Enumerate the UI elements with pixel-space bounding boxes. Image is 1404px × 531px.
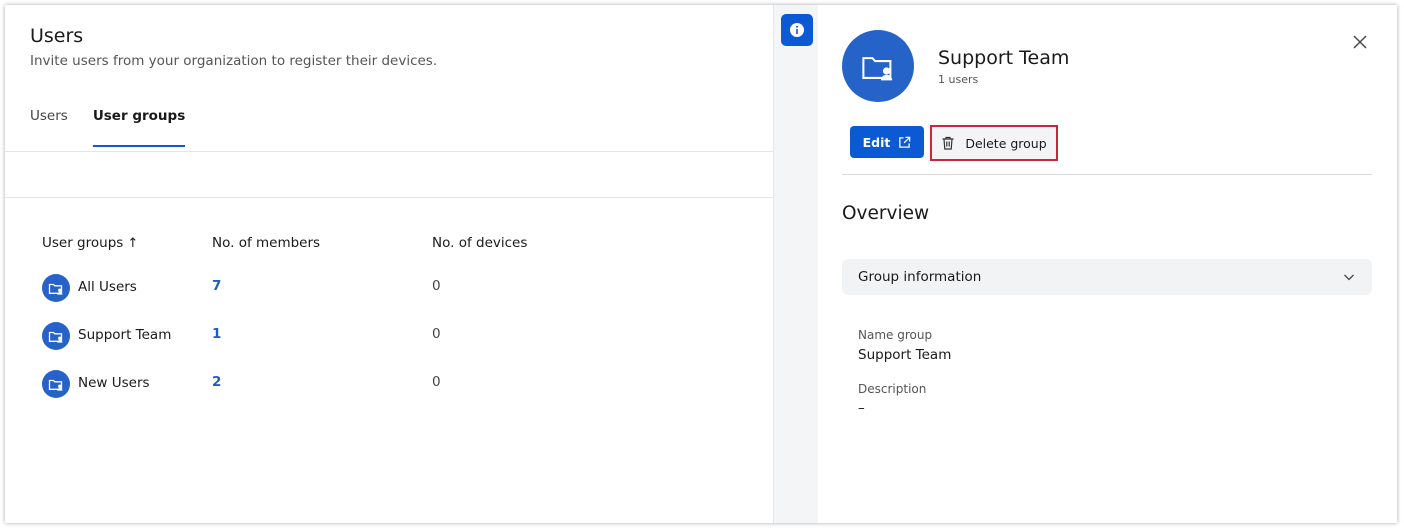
details-panel: Support Team 1 users Edit Delete group O… <box>818 5 1397 523</box>
field-label-description: Description <box>858 382 927 396</box>
group-name: All Users <box>78 279 137 295</box>
column-header-user-groups[interactable]: User groups ↑ <box>42 235 138 251</box>
close-button[interactable] <box>1351 33 1369 51</box>
group-information-accordion[interactable]: Group information <box>842 259 1372 295</box>
field-value-name: Support Team <box>858 347 952 363</box>
column-header-devices[interactable]: No. of devices <box>432 235 527 251</box>
edit-button[interactable]: Edit <box>850 126 924 158</box>
page-title: Users <box>30 25 84 47</box>
toolbar-divider <box>5 197 773 198</box>
close-icon <box>1353 35 1367 49</box>
members-count-link[interactable]: 7 <box>212 278 221 294</box>
info-icon <box>790 23 804 37</box>
external-link-icon <box>899 136 911 148</box>
user-group-icon <box>42 274 70 302</box>
sort-ascending-icon: ↑ <box>127 236 139 251</box>
panel-title: Support Team <box>938 47 1070 69</box>
members-count-link[interactable]: 1 <box>212 326 221 342</box>
members-count-link[interactable]: 2 <box>212 374 221 390</box>
delete-group-button[interactable]: Delete group <box>930 125 1058 161</box>
trash-icon <box>942 136 954 150</box>
tab-bar: Users User groups <box>30 105 186 147</box>
group-avatar <box>842 30 914 102</box>
devices-count: 0 <box>432 326 441 342</box>
panel-divider <box>842 174 1372 175</box>
group-name: New Users <box>78 375 150 391</box>
user-group-icon <box>42 370 70 398</box>
delete-group-label: Delete group <box>965 135 1047 151</box>
field-label-name: Name group <box>858 328 933 342</box>
table-row[interactable]: Support Team 1 0 <box>5 322 773 362</box>
tab-users[interactable]: Users <box>30 105 68 147</box>
panel-rail <box>773 5 818 523</box>
app-window: Users Invite users from your organizatio… <box>5 5 1397 523</box>
user-group-icon <box>42 322 70 350</box>
edit-button-label: Edit <box>862 134 891 150</box>
page-subtitle: Invite users from your organization to r… <box>30 53 438 69</box>
accordion-label: Group information <box>858 269 982 285</box>
field-value-description: – <box>858 400 865 416</box>
chevron-down-icon <box>1344 274 1354 281</box>
group-name: Support Team <box>78 327 172 343</box>
devices-count: 0 <box>432 278 441 294</box>
tabs-divider <box>5 151 773 152</box>
devices-count: 0 <box>432 374 441 390</box>
panel-member-count: 1 users <box>938 73 979 86</box>
table-row[interactable]: All Users 7 0 <box>5 274 773 314</box>
user-group-icon <box>862 57 893 81</box>
main-content: Users Invite users from your organizatio… <box>5 5 773 523</box>
table-row[interactable]: New Users 2 0 <box>5 370 773 410</box>
column-header-label: User groups <box>42 235 124 251</box>
column-header-members[interactable]: No. of members <box>212 235 320 251</box>
info-button[interactable] <box>781 14 813 46</box>
overview-heading: Overview <box>842 203 930 224</box>
tab-user-groups[interactable]: User groups <box>92 105 186 147</box>
